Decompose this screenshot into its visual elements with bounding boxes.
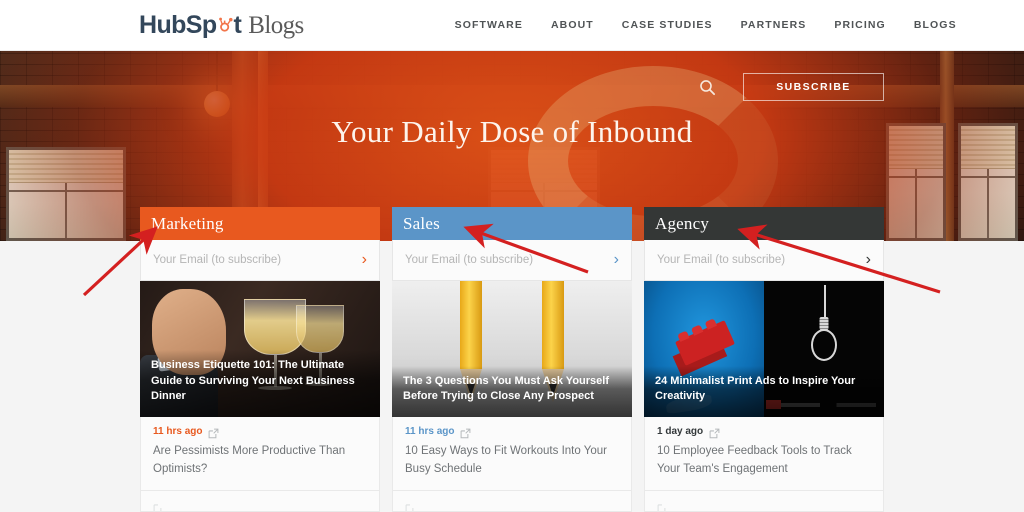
featured-card-marketing[interactable]: Business Etiquette 101: The Ultimate Gui… [140,281,380,417]
submit-arrow-marketing[interactable]: › [360,252,369,268]
external-link-icon[interactable] [709,426,720,437]
wine-glass-back [296,305,344,353]
column-header-agency[interactable]: Agency [644,207,884,240]
featured-title-agency: 24 Minimalist Print Ads to Inspire Your … [644,366,884,417]
column-marketing: Marketing › Business Etiquette 101: The … [140,207,380,512]
submit-arrow-sales[interactable]: › [612,252,621,268]
external-link-icon[interactable] [460,426,471,437]
noose-cord [824,285,826,319]
nav-item-blogs[interactable]: BLOGS [914,19,957,31]
main-navigation: SOFTWARE ABOUT CASE STUDIES PARTNERS PRI… [455,19,957,31]
subscribe-row-sales: › [392,240,632,281]
column-agency: Agency › 24 Minimalist Print Ads to Ins [644,207,884,512]
hero-toolbar: SUBSCRIBE [699,73,884,101]
item-title: Are Pessimists More Productive Than Opti… [153,443,367,479]
hero-title: Your Daily Dose of Inbound [0,114,1024,150]
noose-loop-icon [811,329,837,361]
item-meta: 1 day ago [657,426,871,437]
item-meta: 11 hrs ago [405,426,619,437]
list-item-agency-2-partial[interactable] [644,491,884,512]
external-link-icon[interactable] [405,500,416,512]
nav-item-case-studies[interactable]: CASE STUDIES [622,19,713,31]
nav-item-partners[interactable]: PARTNERS [741,19,807,31]
item-title: 10 Easy Ways to Fit Workouts Into Your B… [405,443,619,479]
list-item-marketing-2-partial[interactable] [140,491,380,512]
list-item-marketing-1[interactable]: 11 hrs ago Are Pessimists More Productiv… [140,417,380,491]
featured-card-agency[interactable]: 24 Minimalist Print Ads to Inspire Your … [644,281,884,417]
column-header-sales[interactable]: Sales [392,207,632,240]
pencil-body [460,281,482,369]
external-link-icon[interactable] [657,500,668,512]
email-input-agency[interactable] [657,254,864,266]
blog-columns: Marketing › Business Etiquette 101: The … [140,207,884,512]
logo-text-tail: t [234,11,242,40]
featured-title-sales: The 3 Questions You Must Ask Yourself Be… [392,366,632,417]
search-icon[interactable] [699,79,716,96]
external-link-icon[interactable] [153,500,164,512]
item-timestamp: 1 day ago [657,426,703,437]
item-timestamp: 11 hrs ago [405,426,454,437]
logo-text-blogs: Blogs [248,12,303,40]
external-link-icon[interactable] [208,426,219,437]
top-navigation-bar: HubSp t Blogs SOFTWARE ABOUT CASE STUDIE… [0,0,1024,51]
subscribe-button[interactable]: SUBSCRIBE [743,73,884,101]
email-input-sales[interactable] [405,254,612,266]
list-item-agency-1[interactable]: 1 day ago 10 Employee Feedback Tools to … [644,417,884,491]
hubspot-blogs-logo[interactable]: HubSp t Blogs [139,11,304,40]
item-meta: 11 hrs ago [153,426,367,437]
subscribe-row-marketing: › [140,240,380,281]
nav-item-software[interactable]: SOFTWARE [455,19,523,31]
list-item-sales-1[interactable]: 11 hrs ago 10 Easy Ways to Fit Workouts … [392,417,632,491]
subscribe-row-agency: › [644,240,884,281]
email-input-marketing[interactable] [153,254,360,266]
sprocket-icon [217,11,234,28]
item-timestamp: 11 hrs ago [153,426,202,437]
nav-item-about[interactable]: ABOUT [551,19,594,31]
list-item-sales-2-partial[interactable] [392,491,632,512]
logo-text-hubspot: HubSp [139,11,217,40]
submit-arrow-agency[interactable]: › [864,252,873,268]
featured-title-marketing: Business Etiquette 101: The Ultimate Gui… [140,350,380,417]
lego-plane-icon [675,320,735,366]
column-header-marketing[interactable]: Marketing [140,207,380,240]
featured-card-sales[interactable]: The 3 Questions You Must Ask Yourself Be… [392,281,632,417]
nav-item-pricing[interactable]: PRICING [834,19,885,31]
item-title: 10 Employee Feedback Tools to Track Your… [657,443,871,479]
pencil-body [542,281,564,369]
column-sales: Sales › The 3 Questions You Must Ask You… [392,207,632,512]
